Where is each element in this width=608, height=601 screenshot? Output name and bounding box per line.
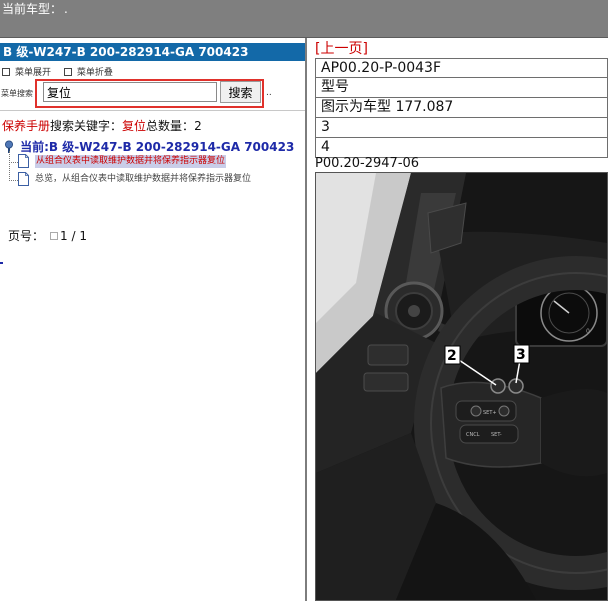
keyword-label: 搜索关键字：	[50, 119, 123, 133]
document-icon	[18, 172, 29, 186]
callout-3: 3	[516, 347, 526, 363]
count-value: 2	[194, 119, 202, 133]
table-row: 4	[315, 138, 608, 158]
page-label: 页号：	[8, 229, 45, 243]
svg-text:SET+: SET+	[483, 410, 497, 416]
search-label: 菜单搜索	[1, 89, 33, 98]
side-mark	[0, 262, 3, 264]
search-button[interactable]: 搜索	[220, 81, 261, 103]
current-model-title: 当前车型：.	[2, 2, 68, 16]
divider	[0, 110, 305, 111]
steering-wheel-illustration: 0 SET+ CNCL SET- 2 3	[316, 173, 607, 600]
model-header: B 级-W247-B 200-282914-GA 700423	[0, 43, 305, 61]
table-row: 3	[315, 118, 608, 138]
table-row: 图示为车型 177.087	[315, 98, 608, 118]
figure-code: P00.20-2947-06	[315, 156, 420, 171]
callout-2: 2	[447, 348, 457, 364]
steering-wheel-figure: 0 SET+ CNCL SET- 2 3	[315, 172, 608, 601]
expand-checkbox-icon	[2, 68, 10, 76]
document-icon	[18, 154, 29, 168]
count-label: 总数量：	[146, 119, 195, 133]
page-value: 1 / 1	[60, 229, 87, 243]
table-row: AP00.20-P-0043F	[315, 58, 608, 78]
search-summary: 保养手册搜索关键字：复位总数量：2	[2, 119, 202, 134]
tree-root[interactable]: 当前:B 级-W247-B 200-282914-GA 700423	[3, 136, 294, 154]
info-table: AP00.20-P-0043F 型号 图示为车型 177.087 3 4	[315, 58, 608, 158]
svg-text:SET-: SET-	[491, 432, 502, 438]
top-bar: 当前车型：.	[0, 0, 608, 38]
svg-text:CNCL: CNCL	[466, 432, 480, 438]
page-box-icon	[50, 232, 59, 240]
table-row: 型号	[315, 78, 608, 98]
previous-page-link[interactable]: [上一页]	[315, 40, 368, 58]
search-trailing: ..	[266, 88, 272, 98]
svg-text:0: 0	[586, 328, 590, 335]
keyword-value: 复位	[122, 119, 147, 133]
search-input[interactable]	[43, 82, 217, 102]
right-pane: [上一页] AP00.20-P-0043F 型号 图示为车型 177.087 3…	[309, 38, 608, 601]
pager: 页号： 1 / 1	[8, 227, 87, 244]
left-pane: B 级-W247-B 200-282914-GA 700423 菜单展开 菜单折…	[0, 38, 307, 601]
search-row: 菜单搜索 搜索 ..	[0, 78, 305, 108]
collapse-checkbox-icon	[63, 68, 72, 76]
tree-connector	[9, 151, 10, 181]
manual-link[interactable]: 保养手册	[2, 119, 50, 133]
